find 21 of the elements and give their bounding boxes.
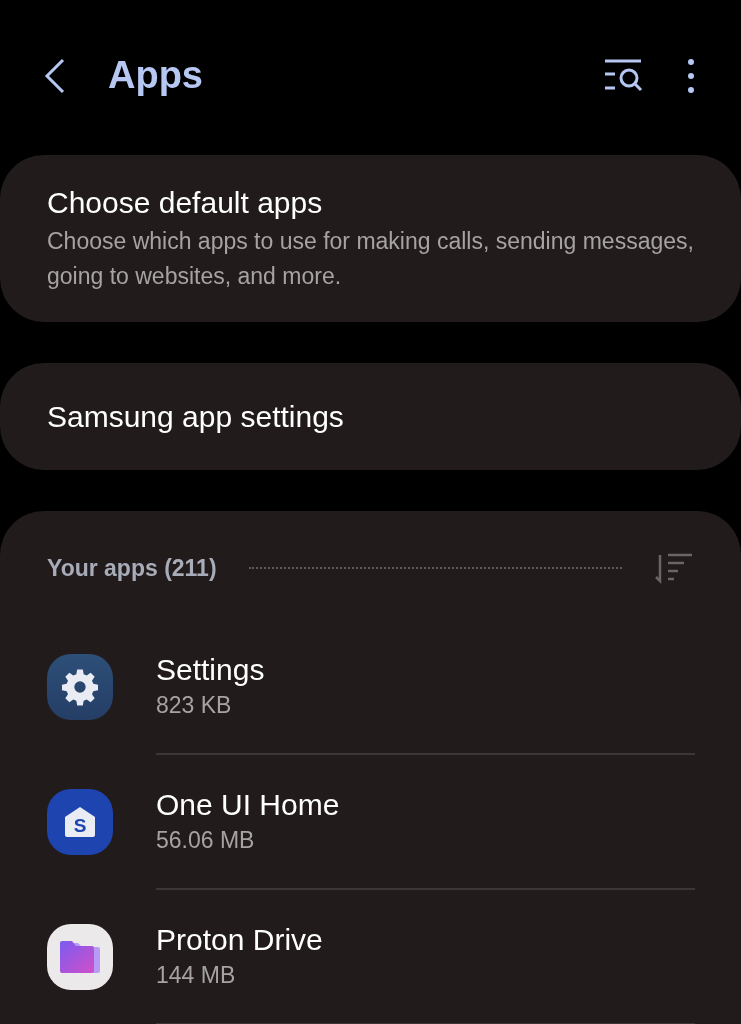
page-title: Apps [108, 53, 203, 98]
search-list-icon[interactable] [603, 57, 645, 94]
app-name: One UI Home [156, 787, 341, 823]
app-name: Settings [156, 652, 266, 688]
app-list-item[interactable]: Proton Drive 144 MB [47, 889, 694, 1024]
card-title: Samsung app settings [47, 398, 345, 435]
folder-app-icon [47, 924, 113, 990]
card-title: Choose default apps [47, 184, 324, 221]
settings-app-icon [47, 654, 113, 720]
app-size: 144 MB [156, 961, 237, 990]
settings-card[interactable]: Samsung app settings [0, 363, 741, 470]
card-description: Choose which apps to use for making calls, sending messages, going to websites, and more. [47, 226, 694, 291]
home-app-icon: S [47, 789, 113, 855]
app-name: Proton Drive [156, 922, 324, 958]
app-size: 56.06 MB [156, 826, 256, 855]
app-list-item[interactable]: Settings 823 KB [47, 619, 694, 755]
settings-card[interactable]: Choose default apps Choose which apps to use for making calls, sending messages, going to websites, and more. [0, 155, 741, 322]
app-list-item[interactable]: S One UI Home 56.06 MB [47, 754, 694, 890]
app-size: 823 KB [156, 691, 233, 720]
sort-icon[interactable] [654, 551, 694, 586]
section-heading: Your apps (211) [47, 554, 217, 583]
